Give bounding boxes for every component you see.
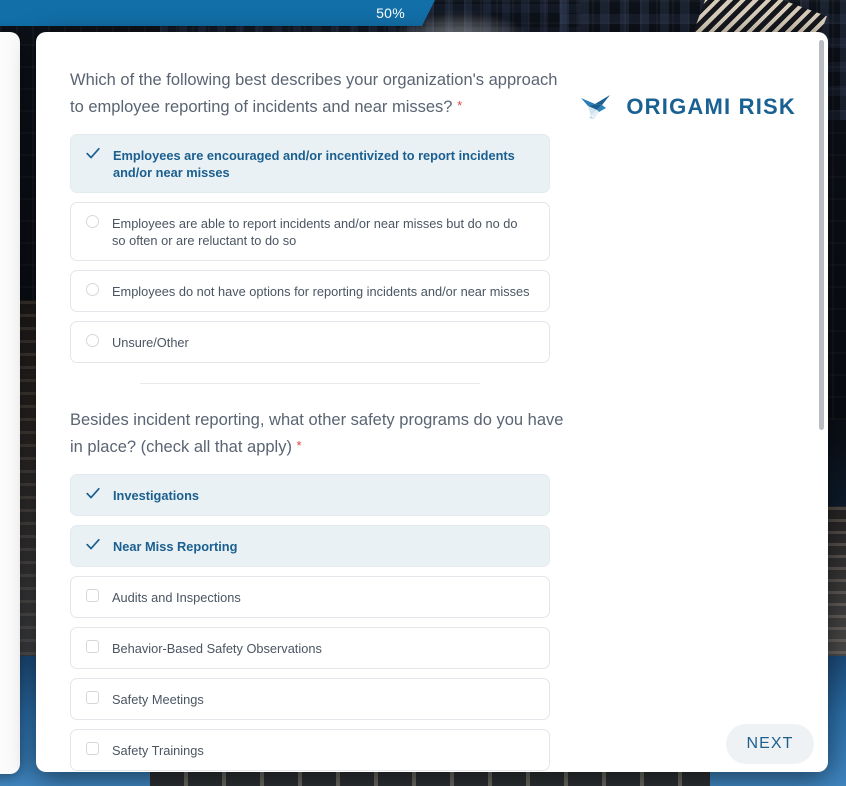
option-label: Employees are able to report incidents a…: [112, 216, 518, 248]
survey-progress-bar: 50%: [0, 0, 846, 26]
option-list-safety-programs: Investigations Near Miss Reporting Audits …: [70, 474, 794, 772]
checkbox-unchecked-icon[interactable]: [86, 742, 99, 755]
option-label: Investigations: [113, 488, 200, 503]
option-checkbox[interactable]: Safety Trainings: [70, 729, 550, 771]
option-label: Safety Trainings: [112, 743, 204, 758]
option-checkbox-selected[interactable]: Investigations: [70, 474, 550, 516]
question-title: Besides incident reporting, what other s…: [70, 408, 570, 460]
progress-percent-label: 50%: [376, 5, 405, 21]
card-scrollbar-thumb[interactable]: [819, 40, 824, 430]
radio-unchecked-icon[interactable]: [86, 334, 99, 347]
progress-fill: 50%: [0, 0, 435, 26]
option-label: Near Miss Reporting: [113, 539, 238, 554]
checkbox-unchecked-icon[interactable]: [86, 589, 99, 602]
option-label: Unsure/Other: [112, 335, 189, 350]
checkmark-icon[interactable]: [86, 147, 100, 160]
option-checkbox-selected[interactable]: Near Miss Reporting: [70, 525, 550, 567]
survey-card: ORIGAMI RISK Which of the following best…: [36, 32, 828, 772]
next-button[interactable]: NEXT: [726, 724, 814, 764]
card-scrollbar-track[interactable]: [819, 40, 824, 764]
required-indicator: *: [296, 438, 302, 453]
origami-bird-icon: [581, 95, 611, 119]
option-list-reporting-approach: Employees are encouraged and/or incentiv…: [70, 134, 794, 363]
checkmark-icon[interactable]: [86, 487, 100, 500]
checkmark-icon[interactable]: [86, 538, 100, 551]
option-checkbox[interactable]: Behavior-Based Safety Observations: [70, 627, 550, 669]
checkbox-unchecked-icon[interactable]: [86, 691, 99, 704]
checkbox-unchecked-icon[interactable]: [86, 640, 99, 653]
option-radio-selected[interactable]: Employees are encouraged and/or incentiv…: [70, 134, 550, 193]
option-label: Audits and Inspections: [112, 590, 241, 605]
origami-risk-logo: ORIGAMI RISK: [580, 94, 796, 120]
option-checkbox[interactable]: Audits and Inspections: [70, 576, 550, 618]
radio-unchecked-icon[interactable]: [86, 283, 99, 296]
question-text: Besides incident reporting, what other s…: [70, 411, 564, 456]
question-block-safety-programs: Besides incident reporting, what other s…: [70, 408, 794, 772]
required-indicator: *: [457, 98, 463, 113]
background-card-stub: [0, 32, 20, 774]
option-label: Behavior-Based Safety Observations: [112, 641, 322, 656]
option-checkbox[interactable]: Safety Meetings: [70, 678, 550, 720]
option-label: Employees do not have options for report…: [112, 284, 530, 299]
option-radio[interactable]: Unsure/Other: [70, 321, 550, 363]
question-title: Which of the following best describes yo…: [70, 68, 570, 120]
survey-questions-container: Which of the following best describes yo…: [36, 32, 828, 772]
origami-risk-wordmark: ORIGAMI RISK: [626, 94, 796, 119]
question-text: Which of the following best describes yo…: [70, 71, 558, 116]
option-label: Safety Meetings: [112, 692, 204, 707]
question-divider: [140, 383, 480, 384]
option-label: Employees are encouraged and/or incentiv…: [113, 148, 515, 180]
radio-unchecked-icon[interactable]: [86, 215, 99, 228]
option-radio[interactable]: Employees are able to report incidents a…: [70, 202, 550, 261]
option-radio[interactable]: Employees do not have options for report…: [70, 270, 550, 312]
